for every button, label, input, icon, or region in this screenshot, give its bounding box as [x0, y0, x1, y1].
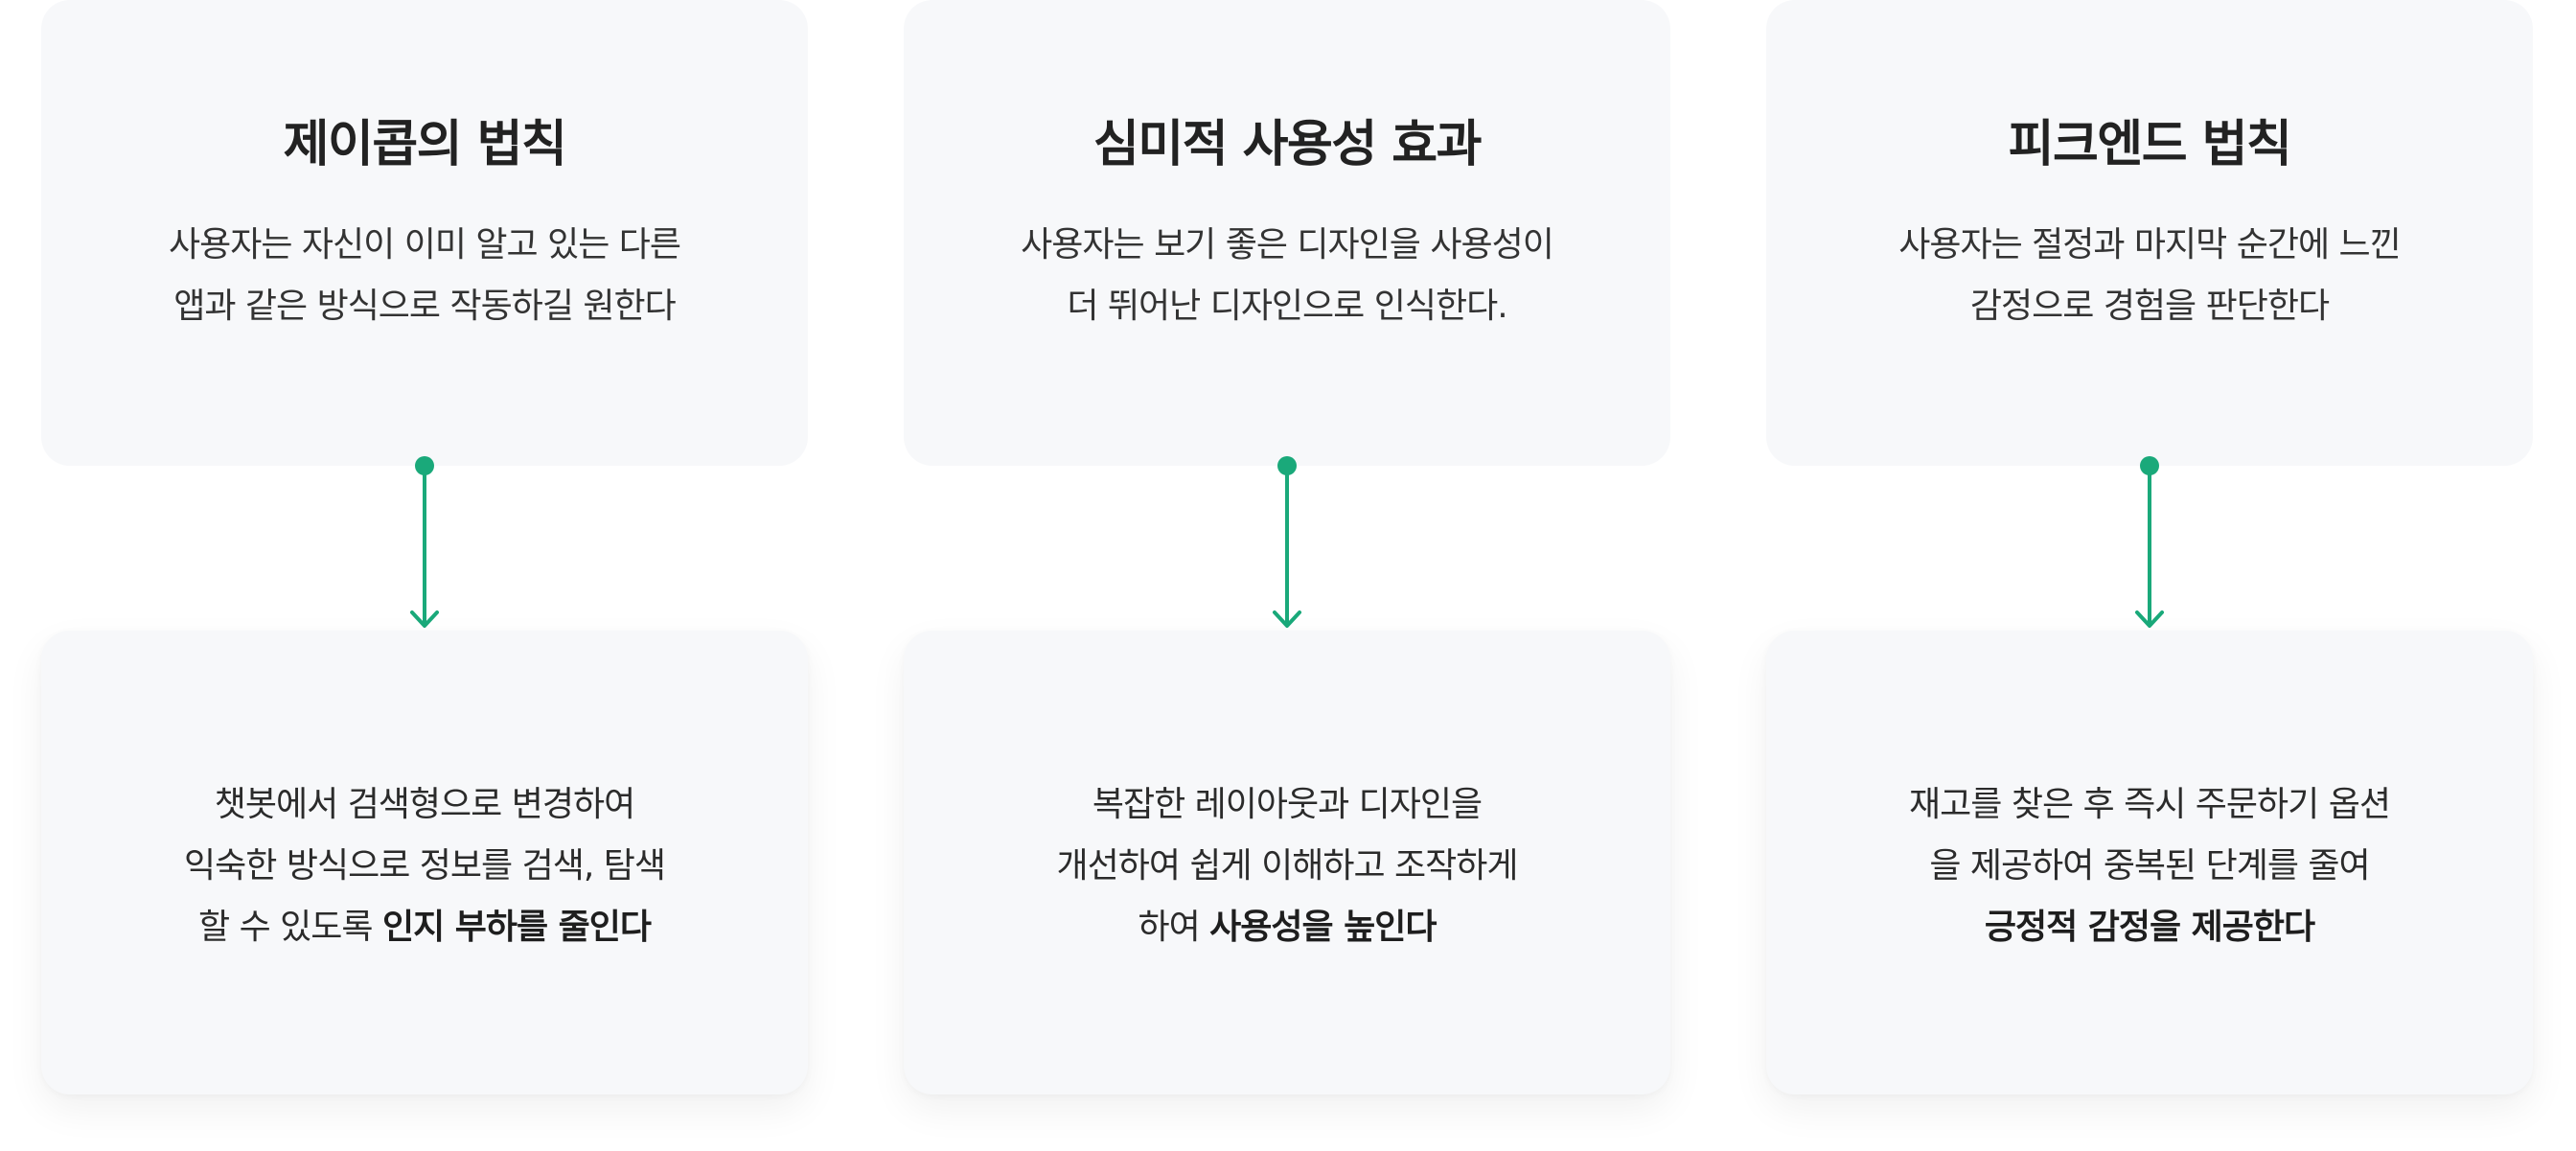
- principle-column-jakobs-law: 제이콥의 법칙 사용자는 자신이 이미 알고 있는 다른 앱과 같은 방식으로 …: [41, 0, 808, 1151]
- solution-line-prefix: 하여: [1138, 908, 1210, 947]
- description-line: 앱과 같은 방식으로 작동하길 원한다: [173, 287, 677, 327]
- description-line: 감정으로 경험을 판단한다: [1969, 287, 2330, 327]
- principle-card: 제이콥의 법칙 사용자는 자신이 이미 알고 있는 다른 앱과 같은 방식으로 …: [41, 0, 808, 466]
- solution-card: 복잡한 레이아웃과 디자인을 개선하여 쉽게 이해하고 조작하게 하여 사용성을…: [904, 631, 1670, 1094]
- solution-line: 복잡한 레이아웃과 디자인을: [1092, 785, 1483, 824]
- principle-column-peak-end-rule: 피크엔드 법칙 사용자는 절정과 마지막 순간에 느낀 감정으로 경험을 판단한…: [1766, 0, 2533, 1151]
- solution-last-line: 긍정적 감정을 제공한다: [1766, 897, 2533, 958]
- description-line: 사용자는 보기 좋은 디자인을 사용성이: [1021, 225, 1554, 265]
- solution-text: 챗봇에서 검색형으로 변경하여 익숙한 방식으로 정보를 검색, 탐색 할 수 …: [41, 774, 808, 958]
- solution-line-prefix: 할 수 있도록: [198, 908, 382, 947]
- solution-card: 챗봇에서 검색형으로 변경하여 익숙한 방식으로 정보를 검색, 탐색 할 수 …: [41, 631, 808, 1094]
- solution-text: 복잡한 레이아웃과 디자인을 개선하여 쉽게 이해하고 조작하게 하여 사용성을…: [904, 774, 1670, 958]
- solution-emphasis: 인지 부하를 줄인다: [381, 908, 652, 947]
- principle-title: 피크엔드 법칙: [2008, 116, 2292, 173]
- solution-last-line: 할 수 있도록 인지 부하를 줄인다: [41, 897, 808, 958]
- down-arrow-icon: [1273, 456, 1301, 628]
- solution-line: 익숙한 방식으로 정보를 검색, 탐색: [184, 846, 666, 886]
- solution-card: 재고를 찾은 후 즉시 주문하기 옵션 을 제공하여 중복된 단계를 줄여 긍정…: [1766, 631, 2533, 1094]
- description-line: 더 뛰어난 디자인으로 인식한다.: [1067, 287, 1507, 327]
- principle-title: 심미적 사용성 효과: [1093, 116, 1482, 173]
- principle-description: 사용자는 보기 좋은 디자인을 사용성이 더 뛰어난 디자인으로 인식한다.: [904, 215, 1670, 337]
- solution-text: 재고를 찾은 후 즉시 주문하기 옵션 을 제공하여 중복된 단계를 줄여 긍정…: [1766, 774, 2533, 958]
- principle-title: 제이콥의 법칙: [283, 116, 567, 173]
- principle-card: 피크엔드 법칙 사용자는 절정과 마지막 순간에 느낀 감정으로 경험을 판단한…: [1766, 0, 2533, 466]
- solution-last-line: 하여 사용성을 높인다: [904, 897, 1670, 958]
- solution-line: 챗봇에서 검색형으로 변경하여: [214, 785, 635, 824]
- description-line: 사용자는 절정과 마지막 순간에 느낀: [1898, 225, 2402, 265]
- principle-description: 사용자는 절정과 마지막 순간에 느낀 감정으로 경험을 판단한다: [1766, 215, 2533, 337]
- solution-emphasis: 긍정적 감정을 제공한다: [1984, 908, 2315, 947]
- principle-column-aesthetic-usability: 심미적 사용성 효과 사용자는 보기 좋은 디자인을 사용성이 더 뛰어난 디자…: [904, 0, 1670, 1151]
- principle-card: 심미적 사용성 효과 사용자는 보기 좋은 디자인을 사용성이 더 뛰어난 디자…: [904, 0, 1670, 466]
- description-line: 사용자는 자신이 이미 알고 있는 다른: [168, 225, 681, 265]
- solution-emphasis: 사용성을 높인다: [1209, 908, 1437, 947]
- down-arrow-icon: [2135, 456, 2164, 628]
- solution-line: 개선하여 쉽게 이해하고 조작하게: [1056, 846, 1518, 886]
- solution-line: 을 제공하여 중복된 단계를 줄여: [1929, 846, 2370, 886]
- principle-description: 사용자는 자신이 이미 알고 있는 다른 앱과 같은 방식으로 작동하길 원한다: [41, 215, 808, 337]
- down-arrow-icon: [410, 456, 439, 628]
- solution-line: 재고를 찾은 후 즉시 주문하기 옵션: [1909, 785, 2391, 824]
